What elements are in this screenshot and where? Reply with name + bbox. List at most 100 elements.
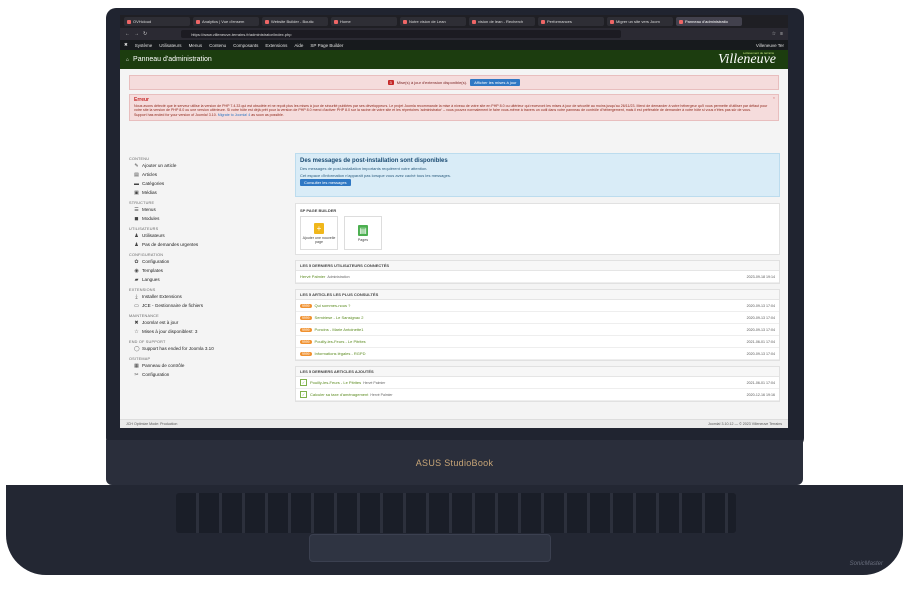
article-link[interactable]: Qui sommes-nous ? bbox=[315, 303, 351, 308]
stack-icon: ▤ bbox=[134, 171, 139, 178]
sppb-tile[interactable]: + Ajouter une nouvelle page bbox=[300, 216, 338, 250]
page-title: Panneau d'administration bbox=[133, 56, 212, 63]
browser-tab[interactable]: OVHcloud bbox=[124, 17, 190, 26]
user-menu[interactable]: Villeneuve Ter bbox=[756, 43, 784, 48]
hits-badge: 9999 bbox=[300, 303, 312, 308]
browser-tab[interactable]: Migrer un site vers Joom bbox=[607, 17, 673, 26]
favicon-icon bbox=[127, 19, 131, 24]
joomla-menu-item[interactable]: Menus bbox=[189, 43, 203, 48]
browser-tab[interactable]: vision de lean - Recherch bbox=[469, 17, 535, 26]
popular-articles-panel: LES 5 ARTICLES LES PLUS CONSULTÉS 9999 Qu… bbox=[295, 289, 780, 361]
reload-icon[interactable]: ↻ bbox=[143, 31, 147, 37]
article-link[interactable]: Calculer sa taxe d'aménagement bbox=[310, 392, 368, 397]
article-link[interactable]: Pouilly-les-Feurs - Le Pitrites bbox=[315, 339, 366, 344]
menu-icon[interactable]: ≡ bbox=[780, 31, 783, 37]
update-count-badge: 3 bbox=[387, 80, 394, 85]
back-icon[interactable]: ← bbox=[125, 31, 130, 37]
table-row: Hervé Palmier Administration 2023-09-18 19… bbox=[296, 271, 779, 283]
gear-icon: ✿ bbox=[134, 258, 139, 265]
browser-tab[interactable]: Performances bbox=[538, 17, 604, 26]
favicon-icon bbox=[334, 19, 338, 24]
sidebar-item-label: Utilisateurs bbox=[142, 233, 165, 238]
article-author: Hervé Palmier bbox=[370, 392, 393, 397]
browser-tab[interactable]: Panneau d'administratio bbox=[676, 17, 742, 26]
show-updates-button[interactable]: Afficher les mises à jour bbox=[470, 79, 521, 86]
sidebar-item-label: JCE - Gestionnaire de fichiers bbox=[142, 303, 204, 308]
sidebar-item-label: Panneau de contrôle bbox=[142, 363, 185, 368]
joomla-menu-item[interactable]: Composants bbox=[233, 43, 258, 48]
sidebar-item[interactable]: ✖ Joomla! est à jour bbox=[134, 318, 289, 327]
sidebar-item[interactable]: ◼ Modules bbox=[134, 214, 289, 223]
migrate-link[interactable]: Migrate to Joomla! 4 bbox=[218, 113, 251, 117]
browser-tab[interactable]: Website Builder - Boutic bbox=[262, 17, 328, 26]
star-icon[interactable]: ☆ bbox=[772, 31, 776, 37]
sidebar-item[interactable]: ▬ Catégories bbox=[134, 179, 289, 188]
check-icon: ✓ bbox=[300, 379, 307, 386]
sidebar-item[interactable]: ☰ Menus bbox=[134, 205, 289, 214]
joomla-menu-item[interactable]: SP Page Builder bbox=[310, 43, 343, 48]
laptop-brand: ASUS StudioBook bbox=[415, 458, 494, 468]
sidebar-item-label: Langues bbox=[142, 277, 160, 282]
tab-label: Migrer un site vers Joom bbox=[616, 19, 660, 24]
article-link[interactable]: Semiriese - Le Sansignac 2 bbox=[315, 315, 364, 320]
sidebar-item[interactable]: ▤ Articles bbox=[134, 170, 289, 179]
joomla-menu-item[interactable]: Système bbox=[135, 43, 153, 48]
joomla-menu-bar: ✖ Système Utilisateurs Menus Contenu Composa… bbox=[120, 40, 788, 50]
sidebar-item-label: Pas de demandes urgentes bbox=[142, 242, 199, 247]
browser-tab[interactable]: Notre vision de Lean bbox=[400, 17, 466, 26]
joomla-menu-item[interactable]: Extensions bbox=[265, 43, 287, 48]
row-date: 2020-12-16 19:16 bbox=[746, 392, 775, 397]
joomla-menu-item[interactable]: Contenu bbox=[209, 43, 226, 48]
brand-logo: Villeneuve bbox=[717, 52, 776, 67]
sidebar-item[interactable]: ▰ Langues bbox=[134, 275, 289, 284]
sidebar-item[interactable]: ✂ Configuration bbox=[134, 370, 289, 379]
image-icon: ▣ bbox=[134, 189, 139, 196]
support-text: Support has ended for your version of Jo… bbox=[134, 112, 217, 117]
add-page-icon: + bbox=[314, 222, 324, 234]
tab-label: Performances bbox=[547, 19, 572, 24]
address-bar-row: ← → ↻ https://www.villeneuve-terrains.fr… bbox=[120, 28, 788, 40]
logged-users-panel: LES 5 DERNIERS UTILISATEURS CONNECTÉS He… bbox=[295, 260, 780, 284]
users-icon: ♟ bbox=[134, 241, 139, 248]
close-icon[interactable]: × bbox=[773, 96, 775, 101]
joomla-menu-item[interactable]: Aide bbox=[294, 43, 303, 48]
sidebar-item-label: Ajouter un article bbox=[142, 163, 177, 168]
sidebar-item[interactable]: ✿ Configuration bbox=[134, 257, 289, 266]
sppb-tile[interactable]: ▤ Pages bbox=[344, 216, 382, 250]
sppb-tiles: + Ajouter une nouvelle page ▤ Pages bbox=[300, 216, 775, 250]
tab-label: Home bbox=[340, 19, 351, 24]
view-messages-button[interactable]: Consulter les messages bbox=[300, 179, 351, 186]
article-link[interactable]: Pouilly-les-Feurs - Le Pitrites bbox=[310, 380, 361, 385]
sidebar-item[interactable]: ♟ Utilisateurs bbox=[134, 231, 289, 240]
article-link[interactable]: Informations légales - RGPD bbox=[315, 351, 366, 356]
sidebar-item-label: Mises à jour disponibles!: 3 bbox=[142, 329, 198, 334]
users-icon: ♟ bbox=[134, 232, 139, 239]
sidebar-item-label: Configuration bbox=[142, 259, 170, 264]
sidebar-item[interactable]: ◯ Support has ended for Joomla 3.10 bbox=[134, 344, 289, 353]
favicon-icon bbox=[679, 19, 683, 24]
hits-badge: 9999 bbox=[300, 315, 312, 320]
joomla-menu-item[interactable]: Utilisateurs bbox=[159, 43, 181, 48]
keyboard bbox=[176, 493, 736, 533]
screen: OVHcloud Analytics | Vue d'ensem Website B… bbox=[120, 15, 788, 428]
user-name-link[interactable]: Hervé Palmier bbox=[300, 274, 325, 279]
article-link[interactable]: Poncins - Marie Antoinette1 bbox=[315, 327, 364, 332]
joomla-logo-icon[interactable]: ✖ bbox=[124, 42, 128, 48]
sidebar-item[interactable]: ▣ Médias bbox=[134, 188, 289, 197]
sppb-tile-label: Pages bbox=[357, 237, 369, 242]
pencil-icon: ✎ bbox=[134, 162, 139, 169]
browser-tab[interactable]: Home bbox=[331, 17, 397, 26]
sidebar-item[interactable]: ♟ Pas de demandes urgentes bbox=[134, 240, 289, 249]
hits-badge: 9999 bbox=[300, 351, 312, 356]
sidebar-item[interactable]: ⤓ Installer Extensions bbox=[134, 292, 289, 301]
sidebar-item[interactable]: ☆ Mises à jour disponibles!: 3 bbox=[134, 327, 289, 336]
favicon-icon bbox=[541, 19, 545, 24]
sidebar-item[interactable]: ✎ Ajouter un article bbox=[134, 161, 289, 170]
sidebar-item[interactable]: ▭ JCE - Gestionnaire de fichiers bbox=[134, 301, 289, 310]
sidebar-item-label: Support has ended for Joomla 3.10 bbox=[142, 346, 214, 351]
sidebar-item[interactable]: ▦ Panneau de contrôle bbox=[134, 361, 289, 370]
sidebar-item[interactable]: ◉ Templates bbox=[134, 266, 289, 275]
forward-icon[interactable]: → bbox=[134, 31, 139, 37]
url-input[interactable]: https://www.villeneuve-terrains.fr/admin… bbox=[181, 30, 622, 38]
browser-tab[interactable]: Analytics | Vue d'ensem bbox=[193, 17, 259, 26]
